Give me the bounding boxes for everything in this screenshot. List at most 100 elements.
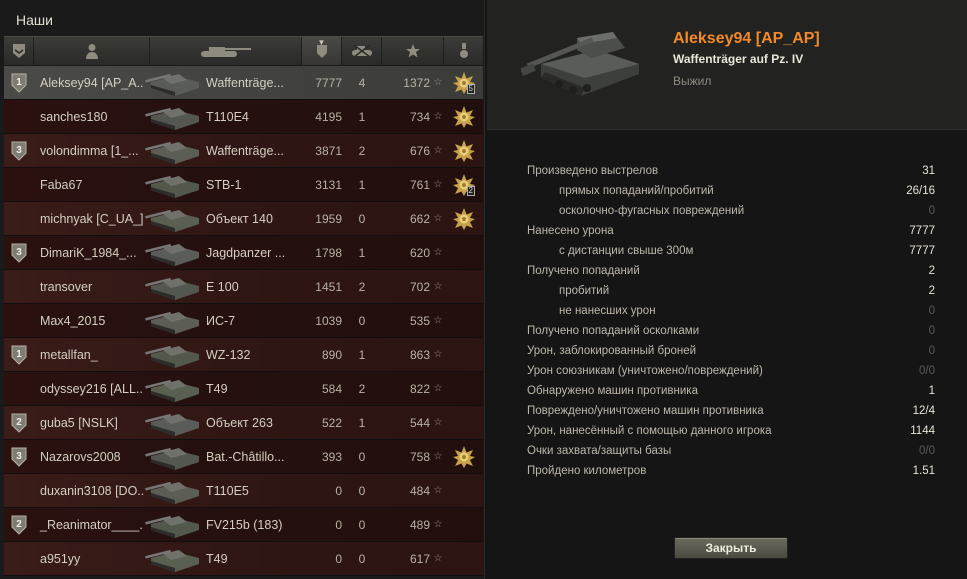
damage-value: 393: [321, 449, 342, 464]
table-row[interactable]: 3 DimariK_1984_... Jagdpanzer ... 1798 1 620 ☆: [4, 236, 483, 270]
xp-value: 676: [409, 143, 430, 158]
table-row[interactable]: Max4_2015 ИС-7 1039 0 535 ☆: [4, 304, 483, 338]
stat-row: Очки захвата/защиты базы 0/0: [527, 441, 937, 461]
vehicle-thumbnail: [144, 372, 202, 406]
stat-label: пробитий: [559, 285, 610, 297]
medal-cell[interactable]: [444, 100, 483, 134]
vehicle-icon: [200, 47, 251, 57]
rank-badge-icon: 2: [11, 515, 27, 535]
player-name: odyssey216 [ALL...: [40, 381, 144, 396]
player-name: _Reanimator____...: [40, 517, 144, 532]
vehicle-thumbnail: [144, 440, 202, 474]
vehicle-name: Waffenträge...: [206, 75, 284, 90]
stat-label: Получено попаданий: [527, 265, 640, 277]
stat-value: 0: [928, 205, 935, 217]
kills-value: 0: [358, 483, 366, 498]
detail-vehicle-name: Waffenträger auf Pz. IV: [673, 52, 804, 66]
xp-icon: [405, 44, 420, 58]
xp-value: 620: [409, 245, 430, 260]
table-row[interactable]: Faba67 STB-1 3131 1 761 ☆ 2: [4, 168, 483, 202]
rank-badge-icon: 3: [11, 141, 27, 161]
xp-value: 702: [409, 279, 430, 294]
damage-value: 1798: [315, 245, 342, 260]
table-row[interactable]: 3 Nazarovs2008 Bat.-Châtillo... 393 0 758 ☆: [4, 440, 483, 474]
vehicle-name: STB-1: [206, 177, 242, 192]
kills-value: 0: [358, 517, 366, 532]
rank-badge-icon: 1: [11, 345, 27, 365]
xp-star-icon: ☆: [433, 349, 443, 360]
xp-star-icon: ☆: [433, 179, 443, 190]
xp-value: 1372: [403, 75, 430, 90]
svg-text:3: 3: [16, 247, 22, 258]
vehicle-column-header[interactable]: [150, 37, 302, 65]
stat-value: 2: [928, 265, 935, 277]
vehicle-thumbnail-icon: [145, 141, 199, 164]
kills-value: 1: [358, 177, 366, 192]
tank-preview-icon: [521, 32, 639, 96]
table-row[interactable]: transover E 100 1451 2 702 ☆: [4, 270, 483, 304]
stat-label: Урон союзникам (уничтожено/повреждений): [527, 365, 763, 377]
table-row[interactable]: 1 metallfan_ WZ-132 890 1 863 ☆: [4, 338, 483, 372]
damage-value: 584: [321, 381, 342, 396]
xp-star-icon: ☆: [433, 111, 443, 122]
player-list: 1 Aleksey94 [AP_A... Waffenträge... 7777 4 13…: [4, 66, 483, 576]
stat-row: прямых попаданий/пробитий 26/16: [527, 181, 937, 201]
kills-column-header[interactable]: [342, 37, 382, 65]
table-row[interactable]: 2 guba5 [NSLK] Объект 263 522 1 544 ☆: [4, 406, 483, 440]
player-column-header[interactable]: [34, 37, 150, 65]
xp-value: 662: [409, 211, 430, 226]
stat-value: 0: [928, 345, 935, 357]
xp-value: 544: [409, 415, 430, 430]
table-row[interactable]: 2 _Reanimator____... FV215b (183) 0 0 489 ☆: [4, 508, 483, 542]
stat-label: Нанесено урона: [527, 225, 614, 237]
table-row[interactable]: michnyak [C_UA_] Объект 140 1959 0 662 ☆: [4, 202, 483, 236]
medal-cell[interactable]: [444, 134, 483, 168]
stat-value: 1.51: [912, 465, 935, 477]
damage-value: 1039: [315, 313, 342, 328]
stat-value: 7777: [909, 225, 935, 237]
table-row[interactable]: a951yy T49 0 0 617 ☆: [4, 542, 483, 576]
medal-cell[interactable]: [444, 440, 483, 474]
damage-column-header[interactable]: ▼: [302, 37, 342, 65]
player-name: Max4_2015: [40, 313, 106, 328]
medal-cell[interactable]: 2: [444, 168, 483, 202]
medal-column-header[interactable]: [444, 37, 483, 65]
rank-badge: [4, 372, 34, 406]
vehicle-name: Объект 140: [206, 211, 273, 226]
table-row[interactable]: sanches180 T110E4 4195 1 734 ☆: [4, 100, 483, 134]
player-name: Nazarovs2008: [40, 449, 121, 464]
vehicle-thumbnail: [144, 100, 202, 134]
xp-value: 489: [409, 517, 430, 532]
xp-star-icon: ☆: [433, 417, 443, 428]
detail-panel: Aleksey94 [AP_AP] Waffenträger auf Pz. I…: [487, 0, 967, 579]
table-row[interactable]: 3 volondimma [1_... Waffenträge... 3871 2 676…: [4, 134, 483, 168]
kills-value: 0: [358, 211, 366, 226]
rank-column-header[interactable]: [4, 37, 34, 65]
damage-value: 522: [321, 415, 342, 430]
vehicle-name: WZ-132: [206, 347, 251, 362]
xp-column-header[interactable]: [382, 37, 444, 65]
medal-cell[interactable]: 5: [444, 66, 483, 100]
stat-row: осколочно-фугасных повреждений 0: [527, 201, 937, 221]
svg-text:3: 3: [16, 451, 22, 462]
xp-value: 761: [409, 177, 430, 192]
vehicle-name: T110E5: [206, 483, 249, 498]
medal-cell[interactable]: [444, 202, 483, 236]
stat-value: 1: [928, 385, 935, 397]
table-row[interactable]: duxanin3108 [DO... T110E5 0 0 484 ☆: [4, 474, 483, 508]
xp-star-icon: ☆: [433, 213, 443, 224]
xp-star-icon: ☆: [433, 519, 443, 530]
rank-badge: [4, 542, 34, 576]
vehicle-name: Waffenträge...: [206, 143, 284, 158]
table-row[interactable]: 1 Aleksey94 [AP_A... Waffenträge... 7777 4 13…: [4, 66, 483, 100]
kills-value: 1: [358, 109, 366, 124]
player-name: Aleksey94 [AP_A...: [40, 75, 144, 90]
stat-label: Очки захвата/защиты базы: [527, 445, 672, 457]
close-button[interactable]: Закрыть: [674, 537, 788, 559]
stat-row: Урон, заблокированный броней 0: [527, 341, 937, 361]
stat-value: 26/16: [906, 185, 935, 197]
table-row[interactable]: odyssey216 [ALL... T49 584 2 822 ☆: [4, 372, 483, 406]
vehicle-thumbnail-icon: [145, 175, 199, 198]
vehicle-thumbnail-icon: [145, 481, 199, 504]
xp-star-icon: ☆: [433, 383, 443, 394]
